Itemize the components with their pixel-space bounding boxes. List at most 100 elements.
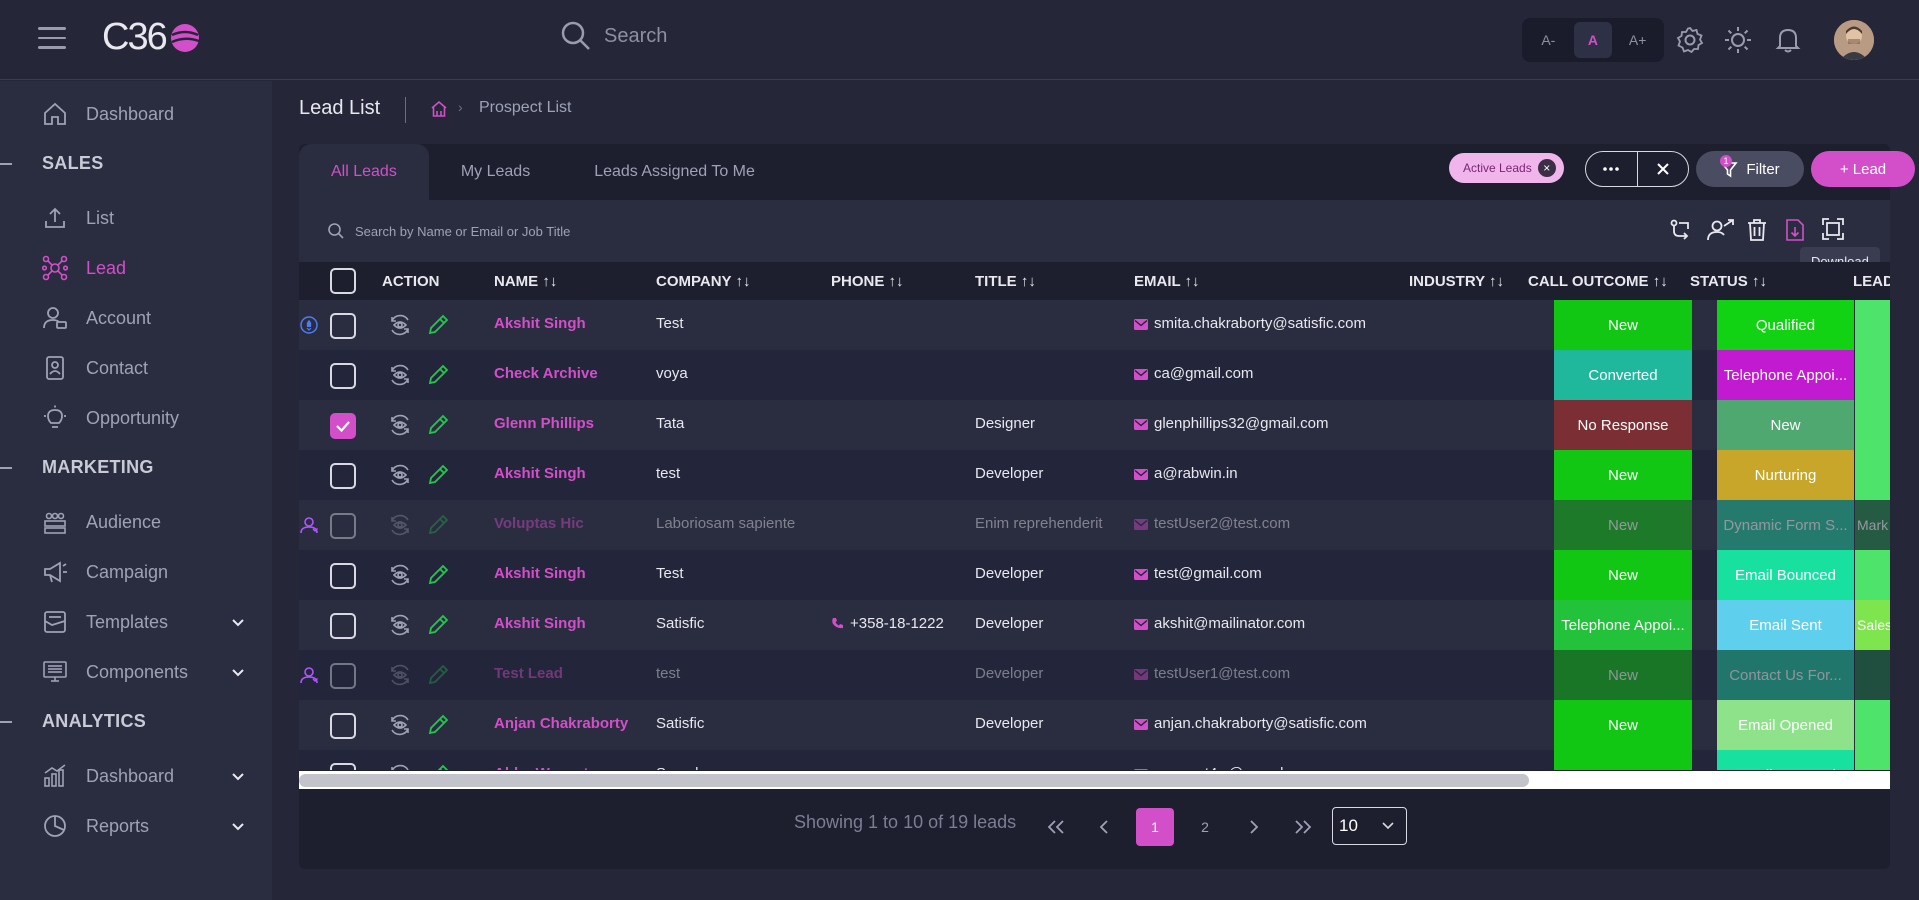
trash-icon[interactable]	[1746, 218, 1768, 242]
user-transfer-icon[interactable]	[1707, 218, 1735, 242]
fullscreen-icon[interactable]	[1822, 218, 1844, 240]
scrollbar-thumb[interactable]	[299, 774, 1529, 787]
close-icon[interactable]: ×	[1537, 159, 1556, 177]
active-leads-chip[interactable]: Active Leads ×	[1449, 153, 1564, 183]
col-email[interactable]: EMAIL ↑↓	[1134, 273, 1200, 290]
horizontal-scrollbar[interactable]	[299, 771, 1890, 789]
logo[interactable]: C36	[102, 16, 202, 59]
edit-button[interactable]	[427, 464, 449, 486]
edit-button[interactable]	[427, 314, 449, 336]
view-button[interactable]	[388, 564, 412, 586]
edit-button[interactable]	[427, 614, 449, 636]
sidebar-item-reports[interactable]: Reports	[42, 813, 244, 839]
prev-page-button[interactable]	[1085, 808, 1123, 846]
tab-leads-assigned[interactable]: Leads Assigned To Me	[562, 144, 787, 200]
row-checkbox[interactable]	[330, 663, 356, 689]
lead-name-link[interactable]: Voluptas Hic	[494, 515, 584, 532]
bell-icon[interactable]	[1774, 26, 1802, 54]
col-call-outcome[interactable]: CALL OUTCOME ↑↓	[1528, 273, 1668, 290]
table-row[interactable]: Akshit Singh Test Developer test@gmail.com N…	[299, 550, 1890, 600]
sidebar-item-analytics-dashboard[interactable]: Dashboard	[42, 763, 244, 789]
tab-all-leads[interactable]: All Leads	[299, 144, 429, 200]
edit-button[interactable]	[427, 664, 449, 686]
col-status[interactable]: STATUS ↑↓	[1690, 273, 1767, 290]
font-decrease-button[interactable]: A-	[1529, 22, 1567, 58]
table-row[interactable]: Check Archive voya ca@gmail.com Converted Te…	[299, 350, 1890, 400]
col-company[interactable]: COMPANY ↑↓	[656, 273, 750, 290]
edit-button[interactable]	[427, 764, 449, 770]
sidebar-item-audience[interactable]: Audience	[42, 509, 242, 535]
chevron-down-icon[interactable]	[230, 819, 246, 835]
col-lead[interactable]: LEAD	[1853, 273, 1890, 290]
add-lead-button[interactable]: + Lead	[1811, 151, 1915, 187]
lead-name-link[interactable]: Check Archive	[494, 365, 598, 382]
table-row[interactable]: Test Lead test Developer testUser1@test.com…	[299, 650, 1890, 700]
edit-button[interactable]	[427, 514, 449, 536]
lead-name-link[interactable]: Glenn Phillips	[494, 415, 594, 432]
view-button[interactable]	[388, 514, 412, 536]
lead-name-link[interactable]: Akshit Singh	[494, 465, 586, 482]
email-cell[interactable]: a@rabwin.in	[1134, 465, 1238, 482]
row-checkbox[interactable]	[330, 313, 356, 339]
menu-icon[interactable]	[38, 27, 66, 51]
edit-button[interactable]	[427, 364, 449, 386]
row-checkbox[interactable]	[330, 463, 356, 489]
sidebar-item-dashboard[interactable]: Dashboard	[42, 101, 242, 127]
sidebar-item-campaign[interactable]: Campaign	[42, 559, 242, 585]
lead-name-link[interactable]: Abbe Waycot	[494, 765, 588, 770]
sidebar-item-templates[interactable]: Templates	[42, 609, 244, 635]
email-cell[interactable]: awaycot4w@sample.gov	[1134, 765, 1320, 770]
row-checkbox[interactable]	[330, 413, 356, 439]
row-checkbox[interactable]	[330, 763, 356, 770]
view-button[interactable]	[388, 364, 412, 386]
table-row[interactable]: Akshit Singh Test smita.chakraborty@satisf…	[299, 300, 1890, 350]
view-button[interactable]	[388, 714, 412, 736]
select-all-checkbox[interactable]	[330, 268, 356, 294]
table-row[interactable]: Anjan Chakraborty Satisfic Developer anjan.…	[299, 700, 1890, 750]
email-cell[interactable]: glenphillips32@gmail.com	[1134, 415, 1328, 432]
gear-icon[interactable]	[1676, 26, 1704, 54]
email-cell[interactable]: test@gmail.com	[1134, 565, 1262, 582]
search-input[interactable]	[604, 24, 924, 48]
sun-icon[interactable]	[1724, 26, 1752, 54]
email-cell[interactable]: akshit@mailinator.com	[1134, 615, 1305, 632]
home-icon[interactable]	[430, 100, 448, 118]
font-increase-button[interactable]: A+	[1619, 22, 1657, 58]
edit-button[interactable]	[427, 414, 449, 436]
download-icon[interactable]	[1785, 218, 1805, 242]
edit-button[interactable]	[427, 714, 449, 736]
table-row[interactable]: Akshit Singh test Developer a@rabwin.in New N…	[299, 450, 1890, 500]
row-checkbox[interactable]	[330, 563, 356, 589]
row-checkbox[interactable]	[330, 363, 356, 389]
email-cell[interactable]: testUser1@test.com	[1134, 665, 1290, 682]
lead-name-link[interactable]: Anjan Chakraborty	[494, 715, 628, 732]
view-button[interactable]	[388, 664, 412, 686]
assign-route-icon[interactable]	[1669, 218, 1693, 242]
row-checkbox[interactable]	[330, 713, 356, 739]
avatar[interactable]	[1834, 20, 1874, 60]
chevron-down-icon[interactable]	[230, 769, 246, 785]
sidebar-item-account[interactable]: Account	[42, 305, 242, 331]
row-checkbox[interactable]	[330, 613, 356, 639]
email-cell[interactable]: testUser2@test.com	[1134, 515, 1290, 532]
col-name[interactable]: NAME ↑↓	[494, 273, 557, 290]
chevron-down-icon[interactable]	[230, 615, 246, 631]
more-button[interactable]	[1586, 152, 1638, 186]
lead-name-link[interactable]: Akshit Singh	[494, 565, 586, 582]
sidebar-item-contact[interactable]: Contact	[42, 355, 242, 381]
page-size-select[interactable]: 10	[1332, 807, 1407, 845]
view-button[interactable]	[388, 314, 412, 336]
chevron-down-icon[interactable]	[230, 665, 246, 681]
last-page-button[interactable]	[1284, 808, 1322, 846]
page-button-1[interactable]: 1	[1136, 808, 1174, 846]
filter-button[interactable]: 1 Filter	[1696, 151, 1804, 187]
lead-name-link[interactable]: Akshit Singh	[494, 615, 586, 632]
lead-name-link[interactable]: Test Lead	[494, 665, 563, 682]
view-button[interactable]	[388, 764, 412, 770]
font-default-button[interactable]: A	[1573, 22, 1612, 58]
table-row[interactable]: Akshit Singh Satisfic +358-18-1222 Develope…	[299, 600, 1890, 650]
email-cell[interactable]: ca@gmail.com	[1134, 365, 1253, 382]
col-title[interactable]: TITLE ↑↓	[975, 273, 1036, 290]
next-page-button[interactable]	[1235, 808, 1273, 846]
clear-button[interactable]	[1638, 152, 1689, 186]
